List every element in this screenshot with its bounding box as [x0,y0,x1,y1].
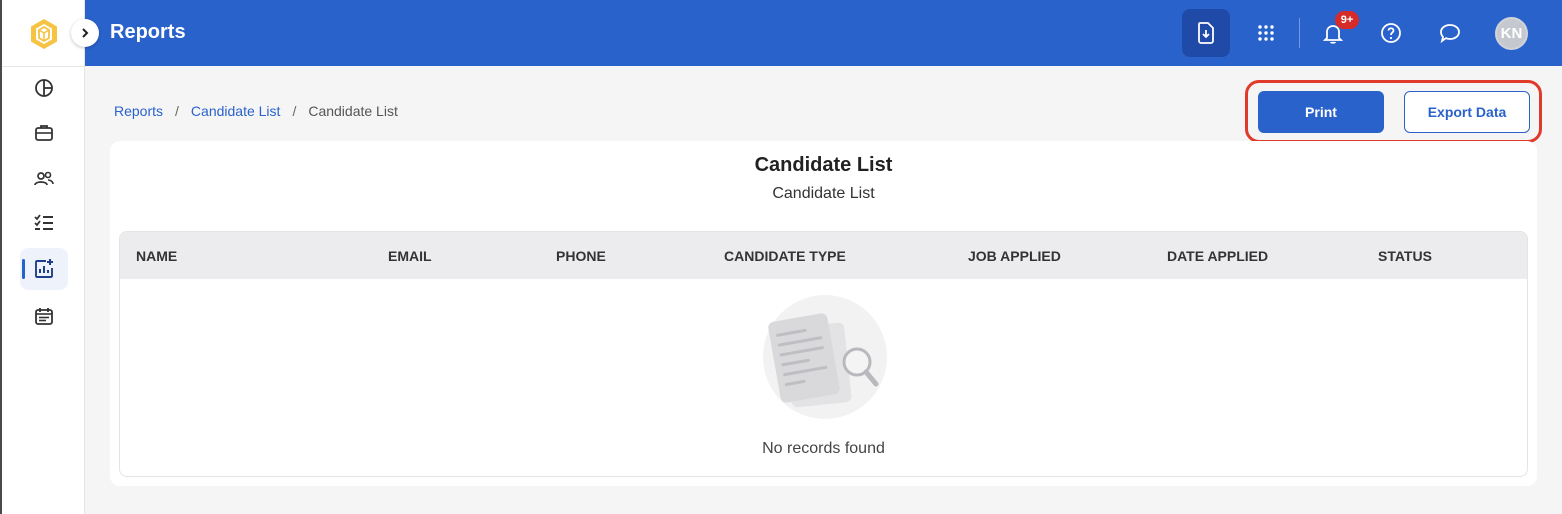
sidebar [2,0,85,514]
download-report-icon [1198,22,1214,44]
briefcase-icon [35,125,53,141]
apps-grid-button[interactable] [1242,9,1290,57]
column-header-name[interactable]: NAME [136,248,177,264]
users-icon [34,171,54,186]
breadcrumb-separator: / [175,103,179,119]
report-chart-icon [35,259,53,278]
checklist-icon [34,214,53,230]
chat-button[interactable] [1426,9,1474,57]
column-header-status[interactable]: STATUS [1378,248,1432,264]
column-header-job-applied[interactable]: JOB APPLIED [968,248,1061,264]
calendar-icon [35,308,53,325]
app-root: Reports 9+ KN Reports / Candidate List /… [0,0,1562,514]
chevron-right-icon [82,28,89,38]
column-header-phone[interactable]: PHONE [556,248,606,264]
sidebar-item-jobs[interactable] [20,112,68,154]
sidebar-item-candidates[interactable] [20,158,68,200]
breadcrumb-current: Candidate List [308,103,398,119]
export-data-button[interactable]: Export Data [1404,91,1530,133]
app-logo-icon[interactable] [27,17,61,51]
apps-grid-icon [1258,25,1274,41]
report-subtitle: Candidate List [772,185,875,202]
breadcrumb-separator: / [292,103,297,119]
top-header: Reports 9+ KN [85,0,1562,66]
sidebar-item-calendar[interactable] [20,295,68,337]
breadcrumb-candidate-list-link[interactable]: Candidate List [191,103,281,119]
breadcrumb: Reports / Candidate List / Candidate Lis… [114,103,398,119]
column-header-candidate-type[interactable]: CANDIDATE TYPE [724,248,846,264]
user-avatar[interactable]: KN [1495,17,1528,50]
help-button[interactable] [1367,9,1415,57]
header-separator [1299,18,1300,48]
notification-badge: 9+ [1335,11,1359,29]
table-header-row: NAME EMAIL PHONE CANDIDATE TYPE JOB APPL… [120,232,1527,279]
chat-icon [1440,24,1460,44]
sidebar-expand-button[interactable] [71,19,99,47]
help-icon [1381,23,1401,43]
sidebar-item-tasks[interactable] [20,202,68,244]
report-card: Candidate List Candidate List NAME EMAIL… [110,141,1537,486]
pie-chart-icon [35,79,53,97]
empty-state-illustration [760,295,890,420]
sidebar-item-dashboard[interactable] [20,67,68,109]
sidebar-item-reports[interactable] [20,248,68,290]
candidate-table: NAME EMAIL PHONE CANDIDATE TYPE JOB APPL… [119,231,1528,477]
empty-state-message: No records found [762,440,885,457]
print-button[interactable]: Print [1258,91,1384,133]
page-title: Reports [110,21,186,43]
column-header-email[interactable]: EMAIL [388,248,432,264]
breadcrumb-reports-link[interactable]: Reports [114,103,163,119]
download-report-button[interactable] [1182,9,1230,57]
column-header-date-applied[interactable]: DATE APPLIED [1167,248,1268,264]
report-title: Candidate List [754,154,893,176]
